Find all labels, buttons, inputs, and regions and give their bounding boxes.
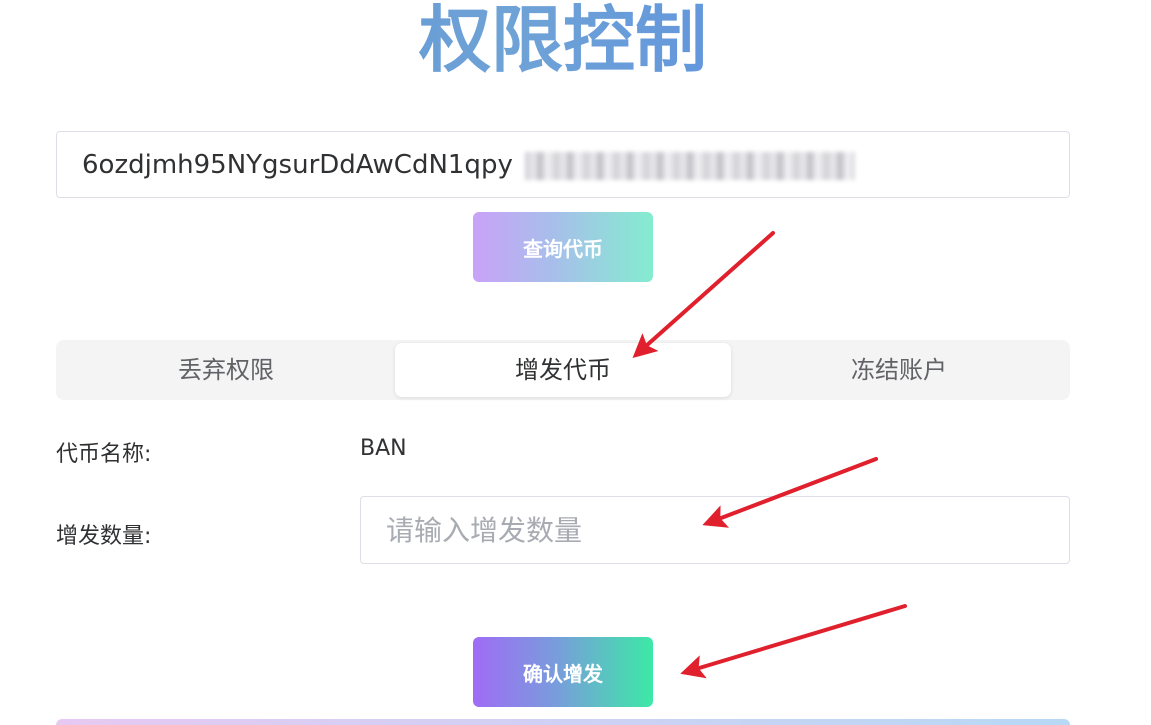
token-address-value: 6ozdjmh95NYgsurDdAwCdN1qpy [82,150,513,180]
tab-mint-tokens[interactable]: 增发代币 [395,343,731,397]
red-arrow-icon [680,604,907,679]
query-token-button[interactable]: 查询代币 [473,212,653,282]
mint-amount-label: 增发数量: [56,524,152,549]
red-arrow-icon [632,231,775,358]
next-section-bar [56,719,1070,725]
mint-amount-input[interactable] [360,496,1070,564]
tab-revoke-authority[interactable]: 丢弃权限 [58,343,394,397]
confirm-mint-button[interactable]: 确认增发 [473,637,653,707]
tab-freeze-account[interactable]: 冻结账户 [731,343,1067,397]
page-title: 权限控制 [0,0,1126,90]
permission-control-page: 权限控制 6ozdjmh95NYgsurDdAwCdN1qpy 查询代币 丢弃权… [0,0,1151,725]
token-name-value: BAN [360,436,407,461]
address-redaction-blur [525,152,855,180]
token-name-label: 代币名称: [56,442,152,467]
permission-tabs: 丢弃权限 增发代币 冻结账户 [56,340,1070,400]
token-address-input[interactable]: 6ozdjmh95NYgsurDdAwCdN1qpy [56,131,1070,198]
